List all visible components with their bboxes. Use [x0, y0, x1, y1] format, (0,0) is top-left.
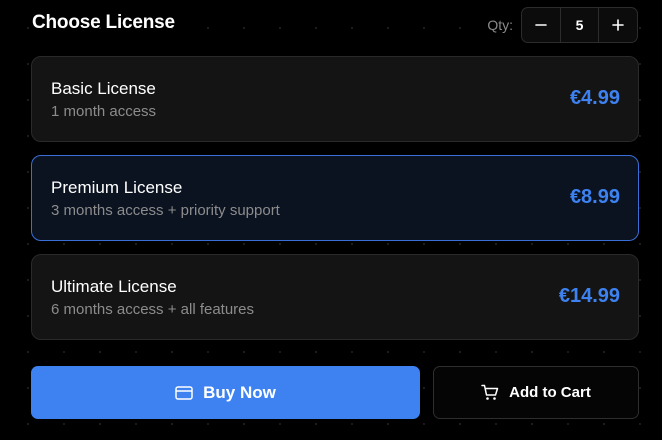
page-title: Choose License: [32, 12, 175, 33]
buy-now-button[interactable]: Buy Now: [31, 366, 420, 419]
quantity-stepper: 5: [521, 7, 638, 43]
license-name: Premium License: [51, 178, 183, 197]
license-description: 1 month access: [51, 103, 157, 120]
add-to-cart-label: Add to Cart: [509, 384, 591, 401]
quantity-value[interactable]: 5: [560, 8, 599, 42]
credit-card-icon: [175, 385, 193, 400]
license-name: Ultimate License: [51, 277, 177, 296]
qty-label: Qty:: [487, 17, 513, 33]
minus-icon: [535, 24, 547, 26]
buy-now-label: Buy Now: [203, 382, 276, 402]
license-name: Basic License: [51, 79, 156, 98]
add-to-cart-button[interactable]: Add to Cart: [433, 366, 639, 419]
quantity-control: Qty: 5: [487, 7, 638, 43]
plus-icon: [612, 19, 624, 31]
license-card-basic[interactable]: Basic License 1 month access €4.99: [31, 56, 639, 142]
license-card-premium[interactable]: Premium License 3 months access + priori…: [31, 155, 639, 241]
increment-button[interactable]: [599, 8, 637, 42]
cart-icon: [481, 384, 499, 400]
license-price: €8.99: [569, 186, 620, 208]
license-price: €4.99: [569, 87, 620, 109]
decrement-button[interactable]: [522, 8, 560, 42]
license-card-ultimate[interactable]: Ultimate License 6 months access + all f…: [31, 254, 639, 340]
license-price: €14.99: [558, 285, 620, 307]
license-description: 6 months access + all features: [51, 301, 255, 318]
license-chooser: Choose License Qty: 5 Basic License 1 mo…: [0, 0, 662, 440]
license-description: 3 months access + priority support: [51, 202, 280, 219]
